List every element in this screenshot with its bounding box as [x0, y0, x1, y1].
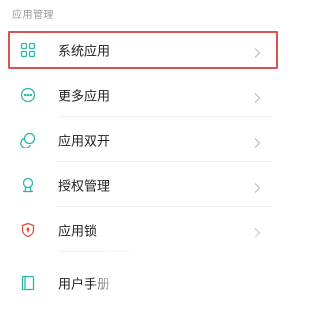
list-item-label: 更多应用: [58, 89, 111, 104]
list-item-permission-management[interactable]: 授权管理: [0, 162, 284, 207]
chevron-right-icon: [251, 179, 263, 193]
section-title: 应用管理: [12, 10, 54, 21]
dual-circle-icon: [20, 132, 36, 149]
divider: [58, 251, 272, 252]
badge-icon: [20, 177, 36, 193]
list-item-app-lock[interactable]: 应用锁: [0, 207, 284, 252]
list-item-dual-apps[interactable]: 应用双开: [0, 117, 284, 162]
more-circle-icon: [20, 87, 36, 103]
chevron-right-icon: [251, 44, 263, 58]
chevron-right-icon: [251, 224, 263, 238]
list-item-label: 应用锁: [58, 224, 98, 239]
chevron-right-icon: [251, 134, 263, 148]
list-item-label: 系统应用: [58, 44, 111, 59]
grid-icon: [20, 42, 36, 58]
list-item-more-apps[interactable]: 更多应用: [0, 72, 284, 117]
list-item-label: 应用双开: [58, 134, 111, 149]
list-item-label: 用户手册: [58, 277, 111, 292]
app-management-list: 系统应用 更多应用 应用双开 授权管理 应用锁 用户手册: [0, 27, 284, 305]
list-item-user-manual[interactable]: 用户手册: [0, 260, 284, 305]
shield-lock-icon: [20, 222, 36, 238]
list-item-label: 授权管理: [58, 179, 111, 194]
chevron-right-icon: [251, 89, 263, 103]
book-icon: [20, 275, 36, 291]
list-item-system-apps[interactable]: 系统应用: [0, 27, 284, 72]
